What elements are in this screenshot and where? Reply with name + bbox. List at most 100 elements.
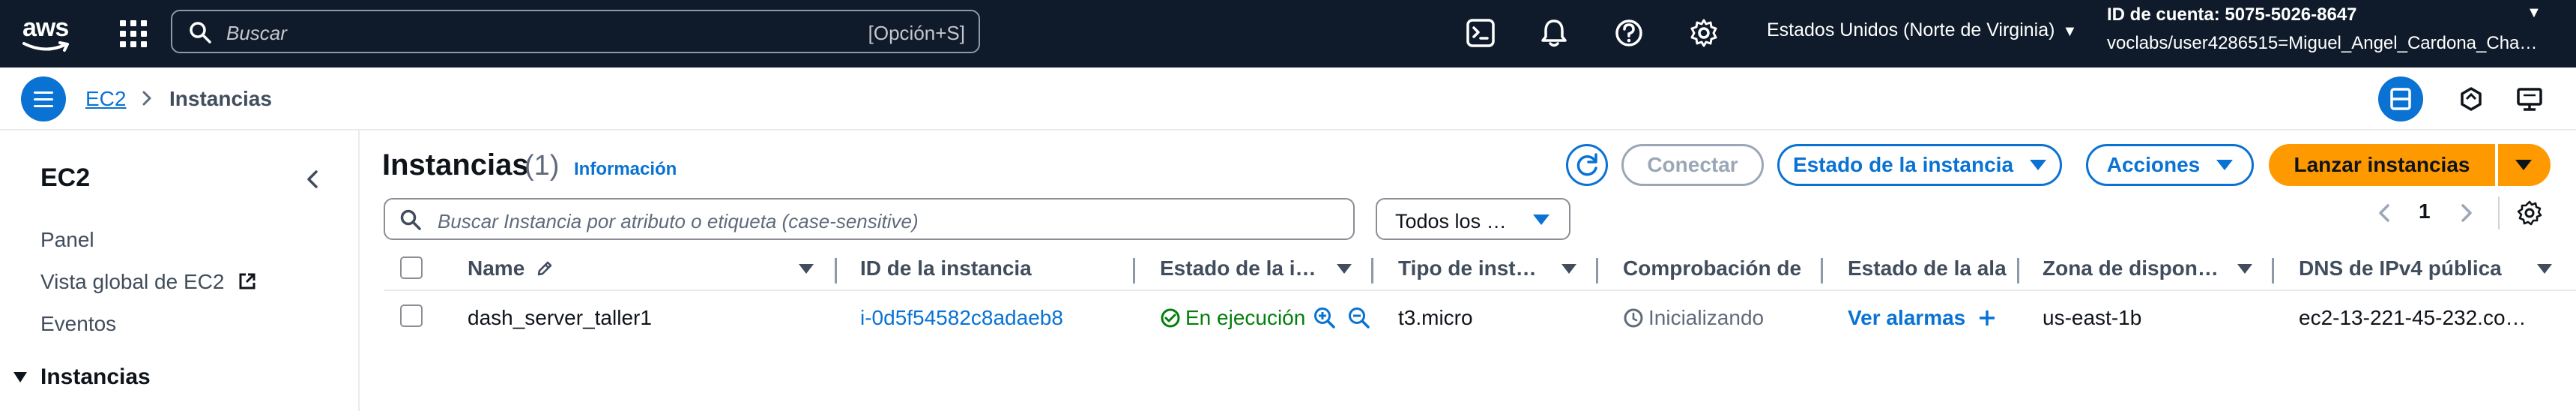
bell-icon[interactable] [1538,16,1570,50]
instance-count: (1) [524,150,560,182]
side-nav-title: EC2 [40,164,91,192]
column-header-status-check[interactable]: Comprobación de [1623,256,1801,280]
expand-caret-icon[interactable] [12,370,28,384]
sidebar-item-events[interactable]: Eventos [40,312,116,336]
collapse-chevron-left-icon[interactable] [303,168,322,190]
instance-state-label: En ejecución [1185,306,1306,329]
caret-down-icon [2030,160,2047,170]
instance-state-button-label: Estado de la instancia [1792,153,2014,176]
instance-state: En ejecución [1160,306,1305,330]
zoom-out-icon[interactable] [1347,306,1371,330]
current-page-number[interactable]: 1 [2419,200,2431,224]
check-circle-icon [1161,308,1180,328]
column-header-alarm-status[interactable]: Estado de la ala [1848,256,2028,280]
column-divider[interactable] [1371,258,1373,284]
view-alarms-link[interactable]: Ver alarmas [1848,306,1997,330]
caret-down-icon: ▼ [2062,23,2078,40]
instance-type: t3.micro [1398,306,1473,329]
global-search-input[interactable]: Buscar [Opción+S] [171,10,980,53]
column-header-instance-type[interactable]: Tipo de inst… [1398,256,1537,280]
actions-button[interactable]: Acciones [2086,144,2254,186]
help-icon[interactable] [1612,16,1645,50]
zoom-in-icon[interactable] [1313,306,1337,330]
launch-instances-button[interactable]: Lanzar instancias [2269,144,2495,186]
menu-toggle-button[interactable] [21,76,66,122]
instance-state-button[interactable]: Estado de la instancia [1777,144,2062,186]
search-icon [190,22,211,44]
previous-page-icon[interactable] [2375,201,2393,225]
column-divider[interactable] [835,258,837,284]
availability-zone: us-east-1b [2043,306,2142,329]
page-title: Instancias [382,148,529,182]
status-check-label: Inicializando [1648,306,1765,329]
info-link[interactable]: Información [574,159,677,180]
column-header-name[interactable]: Name [468,256,554,280]
refresh-icon [1576,153,1597,176]
monitor-icon [2517,88,2542,111]
column-divider[interactable] [2272,258,2274,284]
instances-table-header: Name ID de la instancia Estado de la i… … [384,249,2576,291]
pencil-icon [537,261,552,276]
breadcrumb-ec2-link[interactable]: EC2 [85,87,126,111]
status-check: Inicializando [1623,306,1764,330]
refresh-button[interactable] [1566,144,1608,186]
split-panel-button[interactable] [2378,76,2423,122]
feedback-panel-button[interactable] [2507,76,2552,122]
instance-id-link[interactable]: i-0d5f54582c8adaeb8 [860,306,1063,330]
connect-button[interactable]: Conectar [1621,144,1764,186]
instance-name: dash_server_taller1 [468,306,652,329]
launch-instances-dropdown[interactable] [2498,144,2551,186]
services-grid-icon[interactable] [118,19,148,49]
sort-caret-icon[interactable] [1561,264,1576,274]
sort-caret-icon[interactable] [799,264,814,274]
region-label: Estados Unidos (Norte de Virginia) [1767,20,2055,40]
aws-smile-icon [22,41,69,52]
search-placeholder: Buscar [226,22,287,44]
view-alarms-label: Ver alarmas [1848,306,1966,329]
column-header-instance-id[interactable]: ID de la instancia [860,256,1032,280]
clock-icon [1624,308,1643,328]
table-preferences-gear-icon[interactable] [2516,200,2543,226]
column-header-label: Name [468,256,525,280]
chevron-right-icon [142,91,151,106]
state-filter-select[interactable]: Todos los … [1376,198,1570,240]
column-divider[interactable] [2017,258,2019,284]
state-filter-value: Todos los … [1395,210,1507,232]
breadcrumb-bar: EC2 Instancias [0,68,2576,130]
hexagon-icon [2461,87,2482,111]
search-shortcut: [Opción+S] [868,22,965,44]
top-navigation: aws Buscar [Opción+S] Estados Unidos (No… [0,0,2576,68]
filter-placeholder: Buscar Instancia por atributo o etiqueta… [438,210,919,232]
column-divider[interactable] [1821,258,1823,284]
account-menu[interactable]: ID de cuenta: 5075-5026-8647 ▼ [2107,4,2542,26]
panel-icon [2390,88,2411,110]
sort-caret-icon[interactable] [1337,264,1352,274]
notifications-panel-button[interactable] [2449,76,2494,122]
caret-down-icon: ▼ [2527,4,2542,21]
instance-filter-input[interactable]: Buscar Instancia por atributo o etiqueta… [384,198,1355,240]
column-header-availability-zone[interactable]: Zona de dispon… [2043,256,2219,280]
connect-button-label: Conectar [1647,153,1738,176]
next-page-icon[interactable] [2458,201,2476,225]
sidebar-item-global-view[interactable]: Vista global de EC2 [40,270,257,294]
row-select-checkbox[interactable] [400,304,423,327]
launch-instances-button-label: Lanzar instancias [2294,153,2470,176]
table-row[interactable]: dash_server_taller1 i-0d5f54582c8adaeb8 … [384,292,2576,345]
breadcrumb-current: Instancias [169,87,272,110]
column-header-instance-state[interactable]: Estado de la i… [1160,256,1316,280]
settings-gear-icon[interactable] [1687,16,1720,50]
actions-button-label: Acciones [2106,153,2201,176]
sidebar-section-instances[interactable]: Instancias [40,364,151,390]
cloudshell-icon[interactable] [1464,16,1497,50]
aws-logo[interactable]: aws [22,12,70,54]
search-icon [400,209,421,230]
region-selector[interactable]: Estados Unidos (Norte de Virginia) ▼ [1767,20,2077,41]
column-divider[interactable] [1596,258,1598,284]
column-divider[interactable] [1133,258,1135,284]
column-header-public-ipv4-dns[interactable]: DNS de IPv4 pública [2299,256,2502,280]
sort-caret-icon[interactable] [2237,264,2252,274]
account-id: ID de cuenta: 5075-5026-8647 [2107,4,2357,25]
sort-caret-icon[interactable] [2537,264,2552,274]
select-all-checkbox[interactable] [400,256,423,279]
sidebar-item-panel[interactable]: Panel [40,228,94,252]
